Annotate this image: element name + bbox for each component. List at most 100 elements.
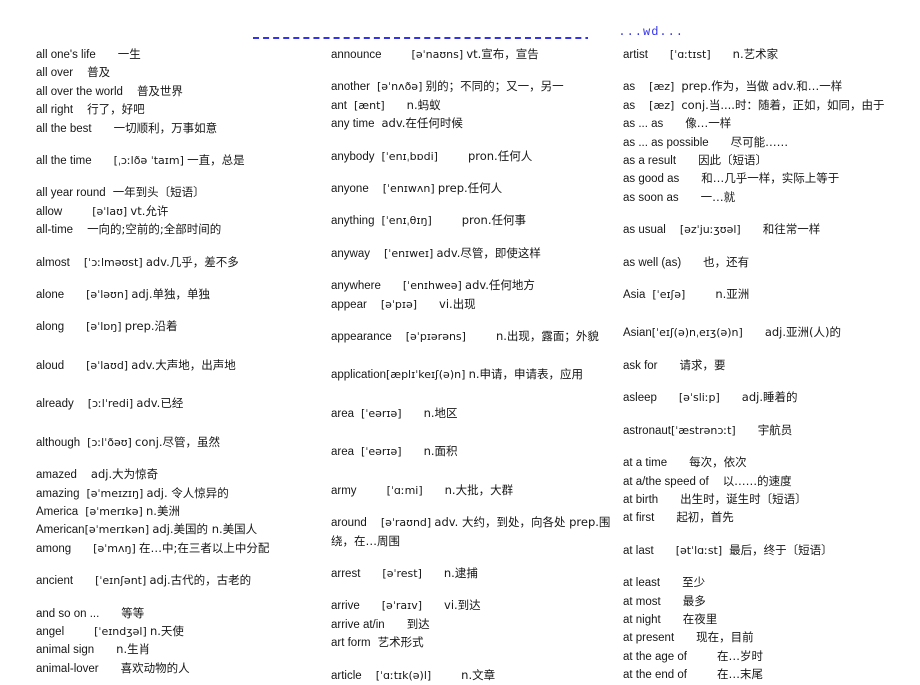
dictionary-entry: ask for 请求，要 xyxy=(623,357,920,375)
entry-phonetic: [əˈrest] xyxy=(382,566,422,580)
entry-definition: vt.允许 xyxy=(130,203,169,218)
entry-phonetic: [ɔːlˈredi] xyxy=(87,397,134,411)
dictionary-entry: as usual [əzˈjuːʒʊəl] 和往常一样 xyxy=(623,221,920,239)
entry-headword: already xyxy=(36,398,74,411)
dictionary-entry: although [ɔːlˈðəʊ] conj.尽管，虽然 xyxy=(36,434,318,452)
dictionary-entry: as good as 和…几乎一样，实际上等于 xyxy=(623,170,920,188)
entry-definition: adv.已经 xyxy=(136,396,184,411)
entry-phonetic: [əˈraɪv] xyxy=(381,599,423,613)
entry-definition: 艺术形式 xyxy=(377,635,424,650)
entry-headword: at night xyxy=(623,613,661,626)
word-column-2: announce [əˈnaʊns] vt.宣布，宣告 another [əˈnʌðə… xyxy=(318,46,615,685)
dictionary-entry: at birth 出生时，诞生时〔短语〕 xyxy=(623,491,920,509)
entry-headword: arrive xyxy=(331,600,360,613)
entry-phonetic: [əˈlaʊ] xyxy=(92,204,128,218)
entry-definition: n.艺术家 xyxy=(732,47,779,61)
entry-phonetic: [æz] xyxy=(649,80,675,94)
entry-headword: anyone xyxy=(331,183,369,196)
entry-phonetic: [ˈɑːtɪst] xyxy=(669,48,711,61)
entry-headword: anybody xyxy=(331,150,375,163)
entry-headword: at present xyxy=(623,632,675,645)
entry-headword: another xyxy=(331,81,371,94)
entry-phonetic: [ˈeɪndʒəl] xyxy=(94,624,147,638)
entry-definition: 出生时，诞生时〔短语〕 xyxy=(680,491,807,506)
entry-headword: at birth xyxy=(623,493,659,506)
entry-definition: vt.宣布，宣告 xyxy=(466,47,539,61)
entry-headword: at last xyxy=(623,544,654,557)
dictionary-entry: at least 至少 xyxy=(623,574,920,592)
entry-headword: animal-lover xyxy=(36,662,99,675)
entry-definition: 至少 xyxy=(682,575,706,590)
entry-headword: animal sign xyxy=(36,644,95,657)
entry-definition: n.申请，申请表，应用 xyxy=(468,367,584,382)
dictionary-entry: at last [ətˈlɑːst] 最后，终于〔短语〕 xyxy=(623,542,920,560)
entry-definition: 一…就 xyxy=(700,189,736,204)
entry-phonetic: [ænt] xyxy=(354,98,385,112)
entry-definition: 在…中;在三者以上中分配 xyxy=(138,540,270,555)
dictionary-entry: arrest [əˈrest] n.逮捕 xyxy=(331,565,615,583)
entry-definition: adj.美国的 n.美国人 xyxy=(152,522,258,537)
entry-headword: among xyxy=(36,542,72,555)
entry-definition: n.地区 xyxy=(423,405,458,420)
entry-headword: all-time xyxy=(36,224,74,237)
entry-phonetic: [ətˈlɑːst] xyxy=(675,543,723,557)
entry-definition: 最多 xyxy=(682,593,706,608)
entry-headword: as usual xyxy=(623,224,666,237)
dictionary-entry: article [ˈɑːtɪk(ə)l] n.文章 xyxy=(331,667,615,685)
entry-definition: prep.任何人 xyxy=(437,181,503,196)
entry-headword: announce xyxy=(331,49,382,61)
entry-headword: appearance xyxy=(331,331,392,344)
entry-phonetic: [ˈɔːlməʊst] xyxy=(83,255,143,269)
entry-headword: as well (as) xyxy=(623,256,682,269)
dictionary-entry: announce [əˈnaʊns] vt.宣布，宣告 xyxy=(331,46,615,64)
entry-headword: at the age of xyxy=(623,650,687,663)
entry-definition: 喜欢动物的人 xyxy=(120,660,190,675)
entry-definition: vi.到达 xyxy=(444,598,481,613)
entry-definition: 别的；不同的；又一，另一 xyxy=(425,79,564,94)
dictionary-entry: anybody [ˈenɪˌbɒdi] pron.任何人 xyxy=(331,148,615,166)
dictionary-entry: around [əˈraʊnd] adv. 大约，到处，向各处 prep.围绕，在… xyxy=(331,514,615,551)
entry-definition: 普及 xyxy=(87,65,111,80)
entry-headword: America xyxy=(36,505,79,518)
entry-definition: n.亚洲 xyxy=(715,287,750,302)
dictionary-entry: area [ˈeərɪə] n.面积 xyxy=(331,443,615,461)
entry-headword: art form xyxy=(331,637,371,650)
entry-definition: adv.大声地，出声地 xyxy=(131,357,236,372)
entry-definition: 像…一样 xyxy=(685,116,732,131)
dictionary-entry: at a time 每次，依次 xyxy=(623,454,920,472)
entry-headword: arrest xyxy=(331,567,361,580)
word-list-columns: all one's life 一生 all over 普及 all over the w… xyxy=(0,46,920,682)
dictionary-entry: already [ɔːlˈredi] adv.已经 xyxy=(36,395,318,413)
entry-headword: along xyxy=(36,321,65,334)
dictionary-entry: at present 现在，目前 xyxy=(623,629,920,647)
entry-headword: area xyxy=(331,446,355,459)
entry-phonetic: [əˈləʊn] xyxy=(86,288,129,302)
entry-headword: as xyxy=(623,99,636,112)
entry-headword: all the time xyxy=(36,155,92,168)
entry-phonetic: [æplɪˈkeɪʃ(ə)n] xyxy=(385,368,466,382)
entry-headword: ancient xyxy=(36,575,74,588)
entry-headword: artist xyxy=(623,49,648,61)
entry-phonetic: [əˈmeɪzɪŋ] xyxy=(86,486,144,500)
entry-definition: 尽可能…… xyxy=(730,134,789,149)
dictionary-entry: alone [əˈləʊn] adj.单独，单独 xyxy=(36,286,318,304)
entry-definition: 和…几乎一样，实际上等于 xyxy=(701,171,840,186)
entry-definition: prep.沿着 xyxy=(124,319,178,334)
entry-headword: all one's life xyxy=(36,49,96,61)
entry-headword: all right xyxy=(36,104,74,117)
dictionary-entry: anywhere [ˈenɪhweə] adv.任何地方 xyxy=(331,277,615,295)
entry-definition: prep.作为，当做 adv.和…一样 xyxy=(681,79,843,94)
entry-headword: as a result xyxy=(623,155,677,168)
dictionary-entry: aloud [əˈlaʊd] adv.大声地，出声地 xyxy=(36,357,318,375)
entry-definition: 行了，好吧 xyxy=(87,102,145,117)
entry-definition: 和往常一样 xyxy=(762,222,821,237)
entry-definition: 起初，首先 xyxy=(676,510,734,525)
dictionary-entry: at the end of 在…末尾 xyxy=(623,666,920,684)
entry-definition: 一年到头〔短语〕 xyxy=(112,185,205,200)
entry-phonetic: [ˈeɪʃə] xyxy=(652,288,686,302)
entry-phonetic: [ˈɑːtɪk(ə)l] xyxy=(375,668,432,682)
entry-definition: pron.任何人 xyxy=(467,148,533,163)
entry-definition: adj.亚洲(人)的 xyxy=(764,325,841,340)
entry-phonetic: [ˈenɪˌbɒdi] xyxy=(381,149,438,163)
entry-definition: 也，还有 xyxy=(703,254,750,269)
